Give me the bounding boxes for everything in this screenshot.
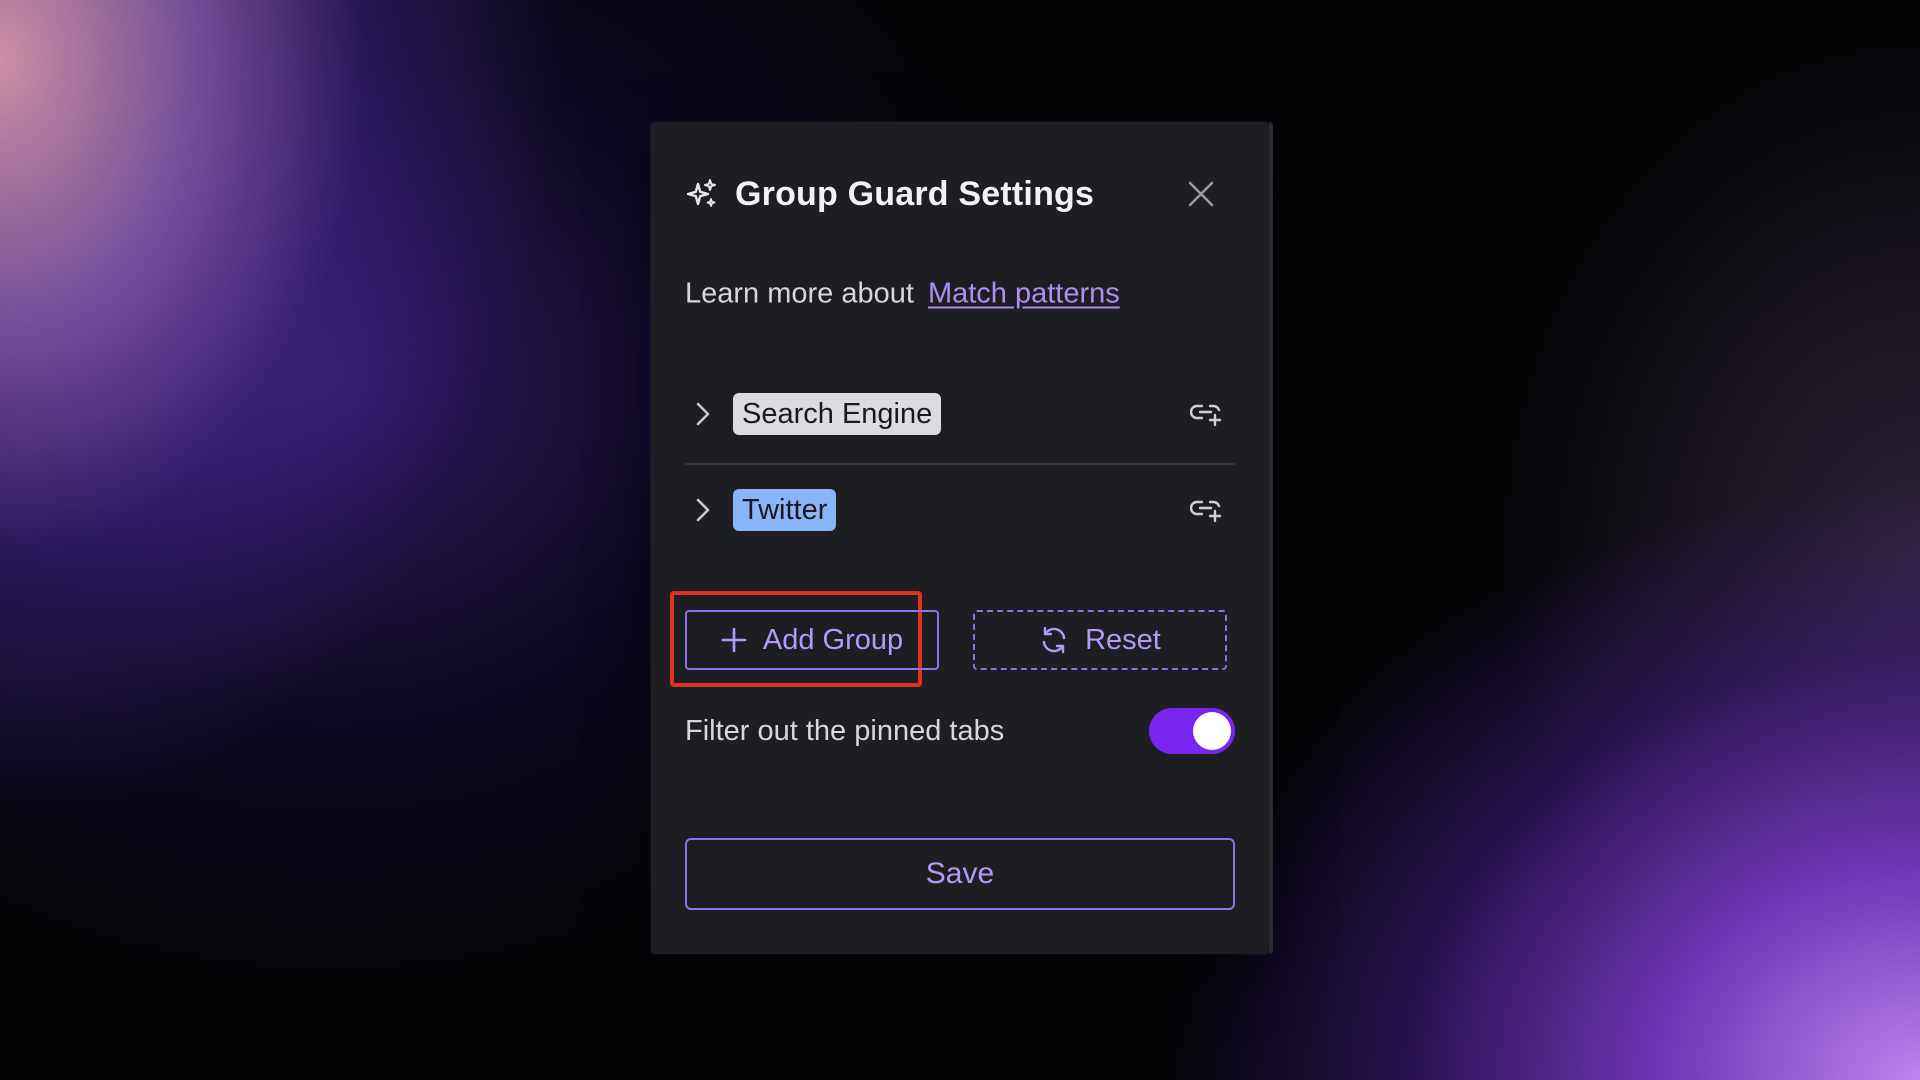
plus-icon <box>721 627 747 653</box>
save-button[interactable]: Save <box>685 838 1235 910</box>
reset-button[interactable]: Reset <box>973 610 1227 670</box>
close-icon[interactable] <box>1183 176 1219 212</box>
settings-dialog: Group Guard Settings Learn more about Mat… <box>651 122 1273 954</box>
group-divider <box>685 463 1235 465</box>
add-link-icon[interactable] <box>1189 400 1223 428</box>
add-group-button[interactable]: Add Group <box>685 610 939 670</box>
reset-label: Reset <box>1085 623 1161 656</box>
add-group-label: Add Group <box>762 623 904 656</box>
group-tag-search-engine: Search Engine <box>733 393 942 435</box>
filter-pinned-toggle[interactable] <box>1149 708 1235 754</box>
dialog-title: Group Guard Settings <box>735 174 1095 213</box>
chevron-right-icon[interactable] <box>689 496 717 524</box>
save-label: Save <box>925 857 995 890</box>
filter-pinned-row: Filter out the pinned tabs <box>685 706 1235 756</box>
refresh-icon <box>1039 625 1069 655</box>
filter-pinned-label: Filter out the pinned tabs <box>685 714 1005 747</box>
learn-more-text: Learn more about Match patterns <box>685 278 1120 311</box>
toggle-knob <box>1193 712 1231 750</box>
chevron-right-icon[interactable] <box>689 400 717 428</box>
sparkles-icon <box>685 177 719 211</box>
group-row-twitter[interactable]: Twitter <box>685 480 1235 540</box>
add-link-icon[interactable] <box>1189 496 1223 524</box>
learn-more-label: Learn more about <box>685 277 914 310</box>
match-patterns-link[interactable]: Match patterns <box>928 278 1120 310</box>
panel-edge <box>1269 122 1273 954</box>
dialog-header: Group Guard Settings <box>685 172 1235 216</box>
group-row-search-engine[interactable]: Search Engine <box>685 384 1235 444</box>
group-tag-twitter: Twitter <box>733 489 837 531</box>
